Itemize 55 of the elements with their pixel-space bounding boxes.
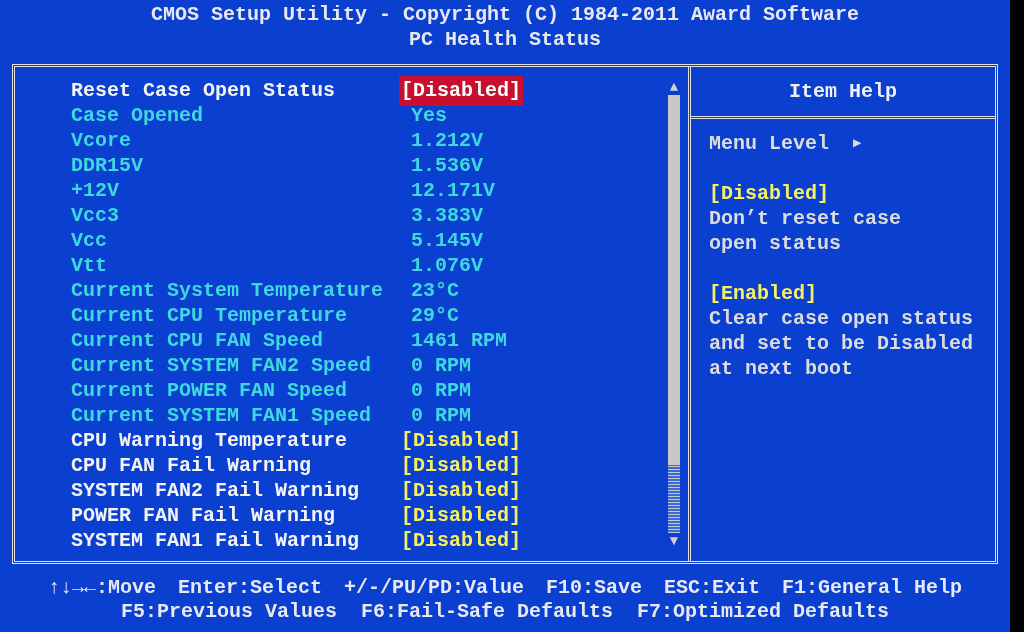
setting-label: POWER FAN Fail Warning — [71, 502, 337, 529]
reading-label: Case Opened — [71, 102, 205, 129]
reading-value: 5.145V — [410, 227, 483, 254]
scroll-down-arrow[interactable]: ▼ — [669, 533, 679, 549]
reading-value: 1.076V — [410, 252, 483, 279]
option-name: [Enabled] — [709, 281, 819, 306]
key-hint: ↑↓→←:Move — [47, 576, 156, 600]
key-hint: F7:Optimized Defaults — [637, 600, 890, 624]
option-description: Clear case open status — [709, 306, 975, 331]
reading-value: 23°C — [410, 277, 459, 304]
reading-value: 0 RPM — [410, 352, 471, 379]
reading-value: 12.171V — [410, 177, 495, 204]
setting-label: Reset Case Open Status — [71, 77, 337, 104]
key-hint: ESC:Exit — [664, 576, 761, 600]
key-hint: F5:Previous Values — [120, 600, 337, 624]
option-description: Don’t reset case — [709, 206, 903, 231]
scrollbar-thumb[interactable] — [668, 95, 680, 533]
reading-label: +12V — [71, 177, 120, 204]
reading-label: Vcc — [71, 227, 108, 254]
reading-label: Current System Temperature — [71, 277, 385, 304]
reading-label: Current CPU Temperature — [71, 302, 349, 329]
page-title: PC Health Status — [409, 27, 601, 52]
reading-label: Current CPU FAN Speed — [71, 327, 325, 354]
menu-level-marker: ▶ — [853, 134, 862, 153]
scroll-up-arrow[interactable]: ▲ — [669, 79, 679, 95]
setting-label: SYSTEM FAN2 Fail Warning — [71, 477, 361, 504]
reading-label: DDR15V — [71, 152, 144, 179]
key-hint: F1:General Help — [782, 576, 963, 600]
reading-label: Vcore — [71, 127, 132, 154]
reading-value: 1461 RPM — [410, 327, 507, 354]
option-description: open status — [709, 231, 843, 256]
key-hint: Enter:Select — [177, 576, 322, 600]
help-title: Item Help — [789, 78, 897, 105]
reading-value: 1.212V — [410, 127, 483, 154]
reading-label: Current SYSTEM FAN2 Speed — [71, 352, 373, 379]
reading-label: Vtt — [71, 252, 108, 279]
reading-value: 3.383V — [410, 202, 483, 229]
setting-label: CPU FAN Fail Warning — [71, 452, 313, 479]
reading-value: 1.536V — [410, 152, 483, 179]
reading-label: Vcc3 — [71, 202, 120, 229]
reading-value: 0 RPM — [410, 377, 471, 404]
menu-level-label: Menu Level — [709, 131, 830, 156]
option-description: and set to be Disabled — [709, 331, 975, 356]
key-hint: F6:Fail-Safe Defaults — [360, 600, 613, 624]
key-hint: F10:Save — [546, 576, 643, 600]
key-hint: +/-/PU/PD:Value — [344, 576, 524, 600]
setting-label: SYSTEM FAN1 Fail Warning — [71, 527, 361, 554]
setting-label: CPU Warning Temperature — [71, 427, 349, 454]
setting-value[interactable]: [Disabled] — [399, 75, 524, 106]
reading-label: Current SYSTEM FAN1 Speed — [71, 402, 373, 429]
window-title: CMOS Setup Utility - Copyright (C) 1984-2011 Award Software — [150, 2, 860, 27]
option-description: at next boot — [709, 356, 855, 381]
option-name: [Disabled] — [709, 181, 831, 206]
reading-value: 29°C — [410, 302, 459, 329]
reading-label: Current POWER FAN Speed — [71, 377, 349, 404]
